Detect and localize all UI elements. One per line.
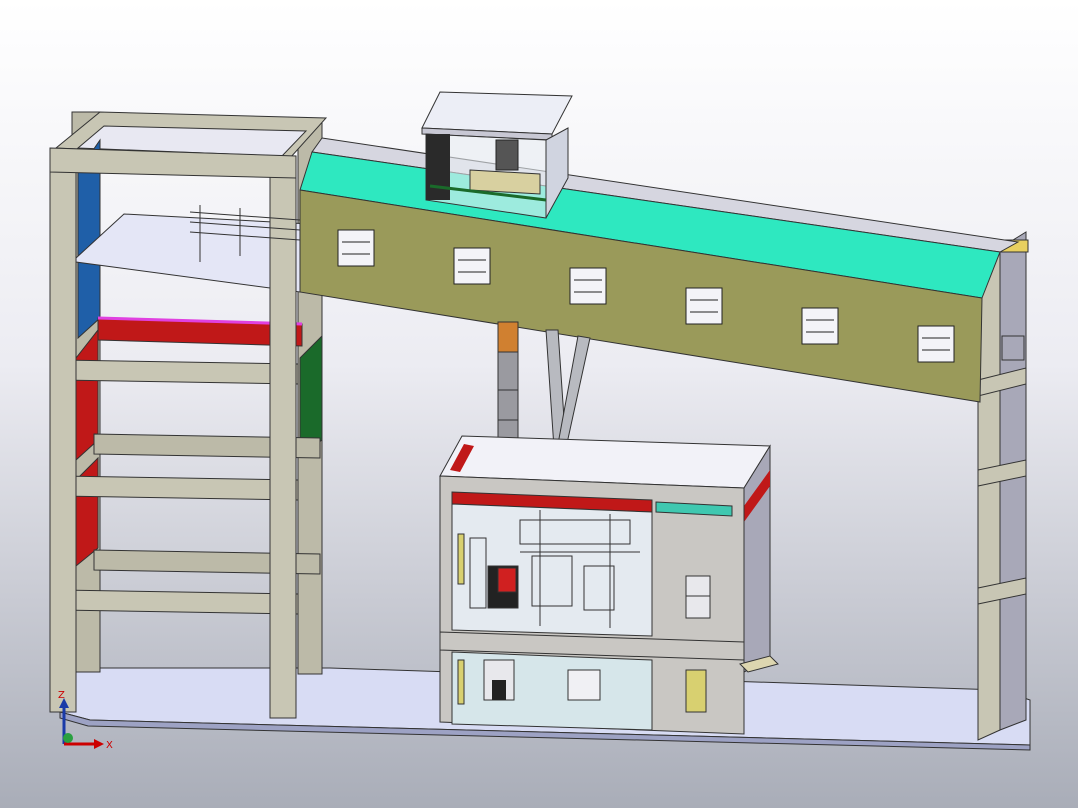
- right-tower[interactable]: [977, 231, 1029, 741]
- lower-process-room[interactable]: [451, 651, 653, 731]
- triad-x-label: X: [106, 740, 113, 751]
- conveyor-gallery[interactable]: [299, 137, 1020, 403]
- assembly-model[interactable]: [0, 0, 1078, 808]
- left-tower[interactable]: [49, 111, 328, 719]
- annex-door-upper[interactable]: [685, 575, 711, 619]
- triad-z-label: Z: [58, 690, 65, 701]
- annex-door-lower[interactable]: [685, 669, 707, 713]
- upper-process-room[interactable]: [451, 503, 653, 637]
- process-building[interactable]: [439, 435, 779, 735]
- rooftop-cabin[interactable]: [421, 91, 573, 219]
- coordinate-triad-icon: Z X: [58, 690, 113, 751]
- cad-viewport[interactable]: Z X: [0, 0, 1078, 808]
